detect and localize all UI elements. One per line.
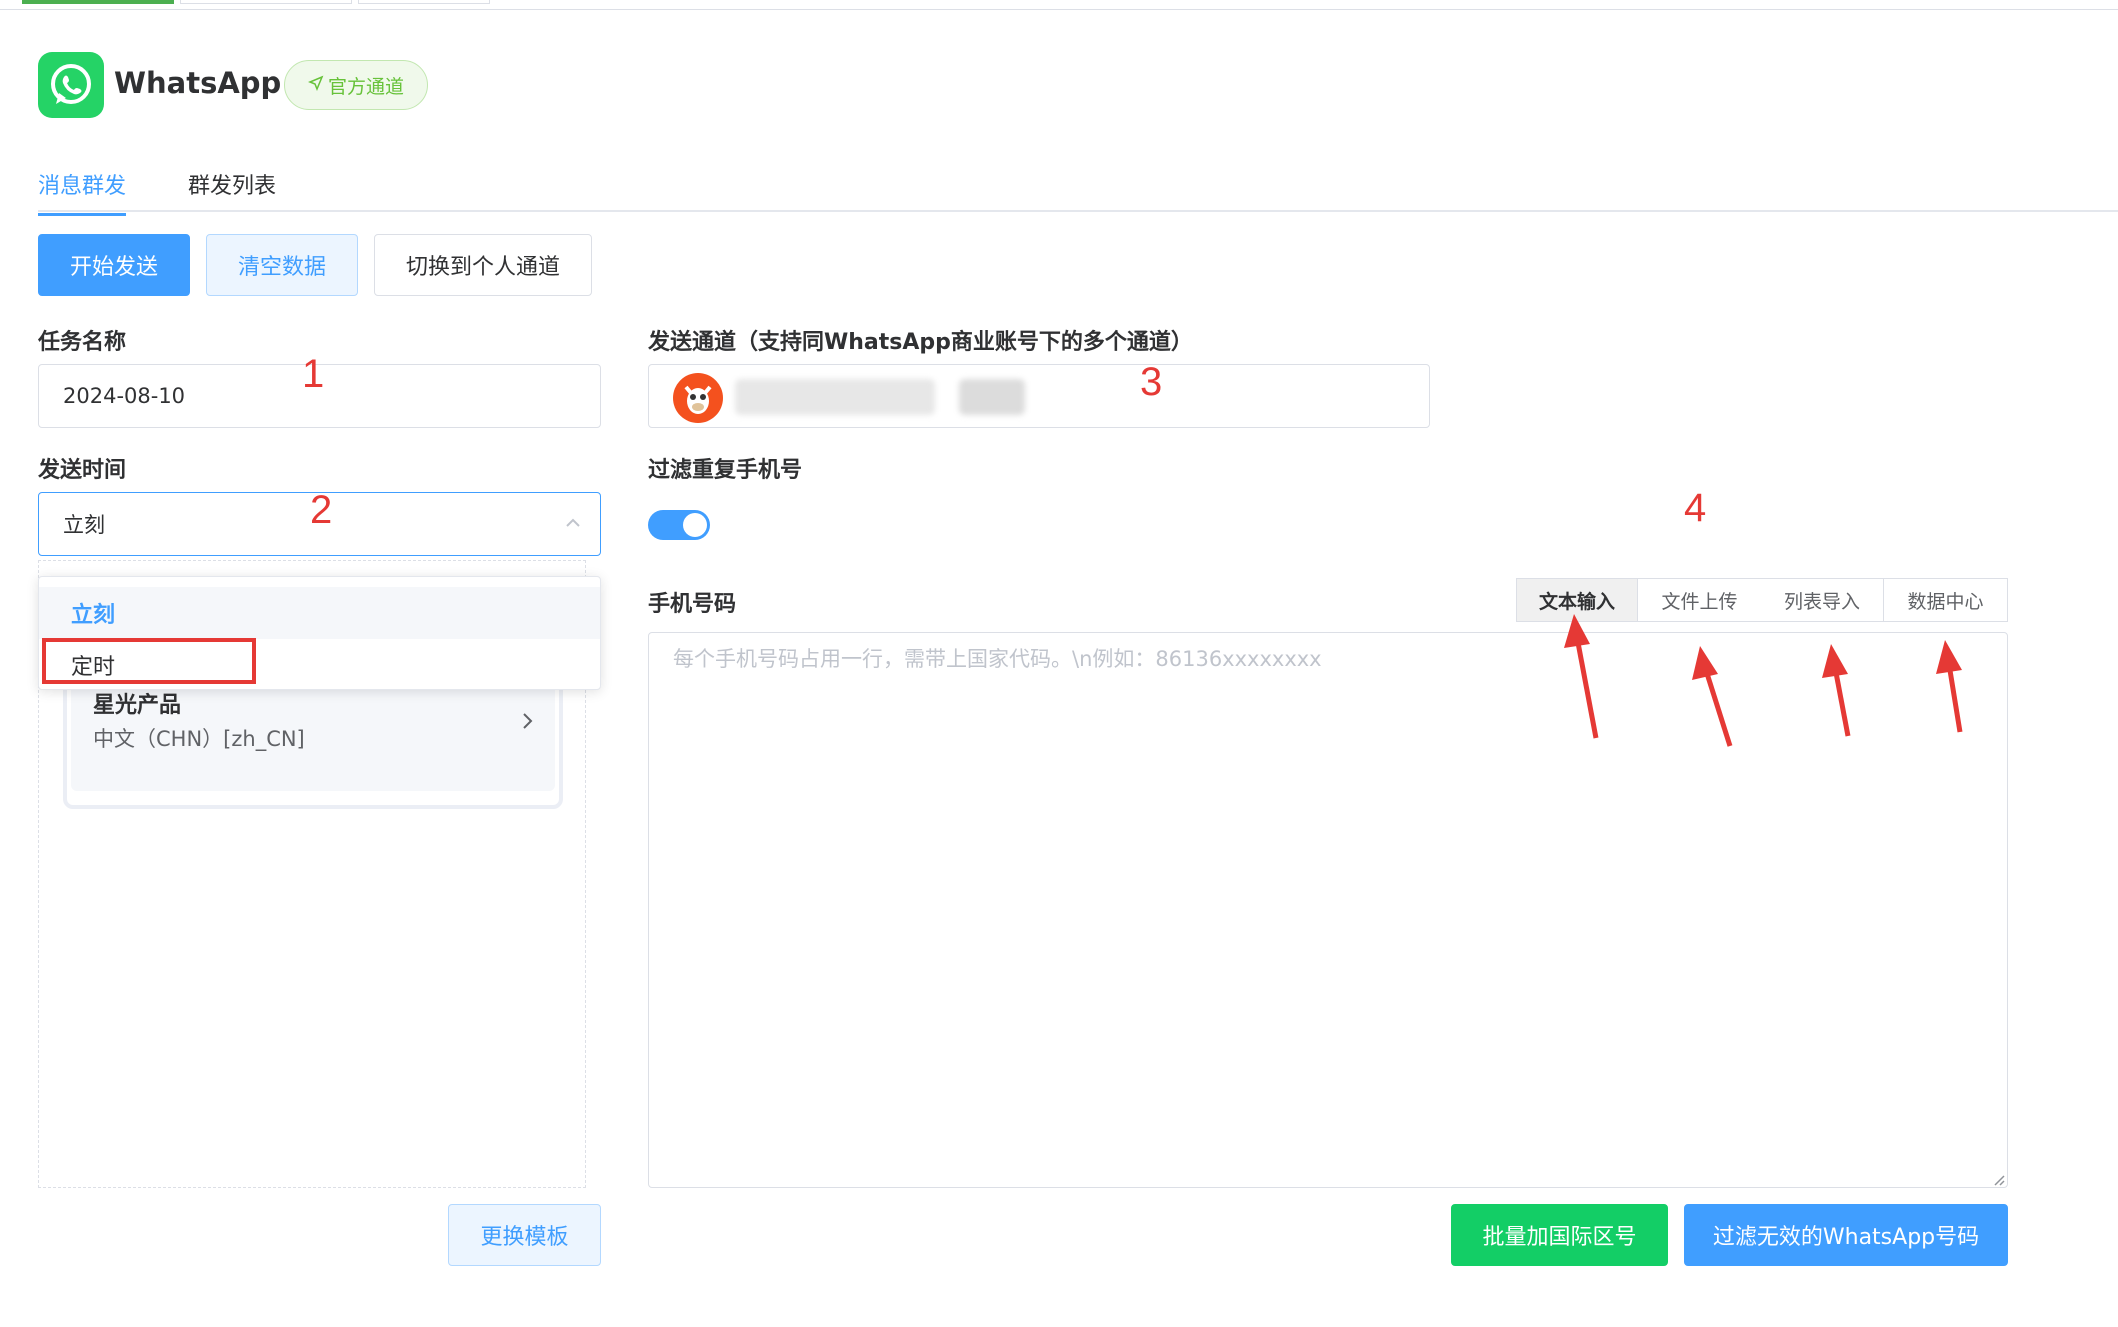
phone-label: 手机号码 xyxy=(648,592,737,617)
option-immediate[interactable]: 立刻 xyxy=(39,587,600,639)
annotation-3: 3 xyxy=(1140,360,1163,404)
task-name-value: 2024-08-10 xyxy=(63,384,186,408)
send-icon xyxy=(308,74,324,96)
send-time-label: 发送时间 xyxy=(38,458,127,483)
app-title: WhatsApp xyxy=(114,66,282,100)
channel-avatar xyxy=(673,373,723,423)
start-send-button[interactable]: 开始发送 xyxy=(38,234,190,296)
filter-invalid-numbers-button[interactable]: 过滤无效的WhatsApp号码 xyxy=(1684,1204,2008,1266)
annotation-4: 4 xyxy=(1684,486,1707,530)
change-template-button[interactable]: 更换模板 xyxy=(448,1204,601,1266)
official-tag-label: 官方通道 xyxy=(327,75,404,98)
active-tab-indicator[interactable] xyxy=(22,0,174,4)
clear-data-button[interactable]: 清空数据 xyxy=(206,234,358,296)
chevron-up-icon xyxy=(564,513,582,537)
main-tabs: 消息群发 群发列表 xyxy=(38,164,2118,216)
add-country-code-button[interactable]: 批量加国际区号 xyxy=(1451,1204,1668,1266)
filter-duplicates-switch[interactable] xyxy=(648,510,710,540)
official-channel-tag: 官方通道 xyxy=(284,60,428,110)
mode-data-center[interactable]: 数据中心 xyxy=(1884,578,2008,622)
tab-broadcast-list[interactable]: 群发列表 xyxy=(188,168,276,200)
task-name-label: 任务名称 xyxy=(38,330,127,355)
highlight-box xyxy=(42,638,256,684)
switch-personal-channel-button[interactable]: 切换到个人通道 xyxy=(374,234,592,296)
mode-list-import[interactable]: 列表导入 xyxy=(1761,578,1884,622)
mode-text-input[interactable]: 文本输入 xyxy=(1516,578,1638,622)
phone-numbers-textarea[interactable]: 每个手机号码占用一行，需带上国家代码。\n例如：86136xxxxxxxx xyxy=(648,632,2008,1188)
tab-placeholder[interactable] xyxy=(180,0,352,4)
blurred-channel-tag xyxy=(959,379,1025,415)
mode-file-upload[interactable]: 文件上传 xyxy=(1638,578,1762,622)
tab-broadcast[interactable]: 消息群发 xyxy=(38,168,127,216)
phone-placeholder: 每个手机号码占用一行，需带上国家代码。\n例如：86136xxxxxxxx xyxy=(673,647,1322,671)
chevron-right-icon xyxy=(521,709,535,737)
template-name: 星光产品 xyxy=(93,693,182,718)
template-language: 中文（CHN）[zh_CN] xyxy=(93,727,305,751)
blurred-channel-name xyxy=(735,379,935,415)
annotation-1: 1 xyxy=(302,352,325,396)
resize-grip-icon[interactable] xyxy=(1991,1171,2005,1186)
template-card[interactable]: 星光产品 中文（CHN）[zh_CN] xyxy=(63,671,563,809)
whatsapp-logo-icon xyxy=(38,52,104,118)
browser-tab-strip xyxy=(0,0,2118,10)
filter-duplicates-label: 过滤重复手机号 xyxy=(648,458,803,483)
tab-placeholder[interactable] xyxy=(358,0,490,4)
channel-select[interactable] xyxy=(648,364,1430,428)
template-card-body: 星光产品 中文（CHN）[zh_CN] xyxy=(71,679,555,791)
channel-label: 发送通道（支持同WhatsApp商业账号下的多个通道） xyxy=(648,330,1193,355)
send-time-value: 立刻 xyxy=(63,513,105,537)
annotation-2: 2 xyxy=(310,488,333,532)
